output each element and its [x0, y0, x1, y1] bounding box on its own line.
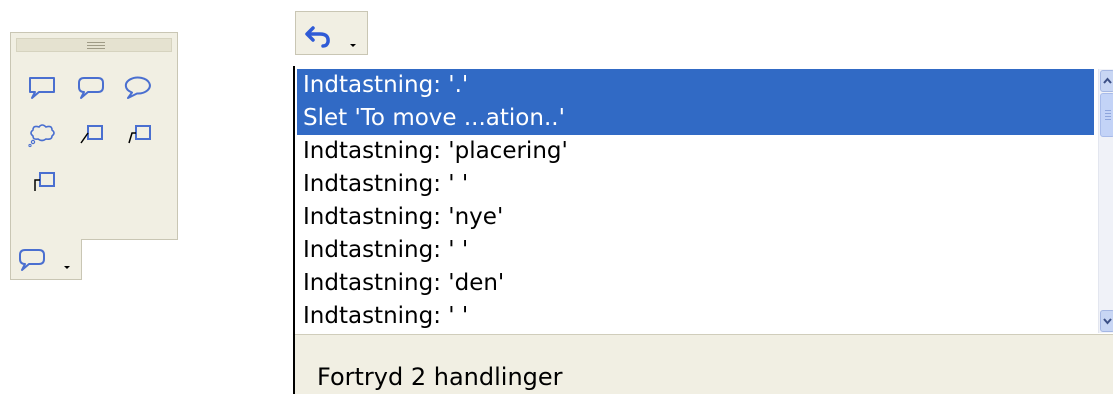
- chevron-down-icon[interactable]: [64, 266, 70, 269]
- line-callout-1-icon[interactable]: [71, 117, 111, 153]
- rectangular-callout-icon[interactable]: [22, 70, 62, 106]
- scrollbar-thumb[interactable]: [1100, 93, 1113, 137]
- chevron-down-icon: [1103, 318, 1112, 325]
- undo-history-dropdown: Indtastning: '.' Slet 'To move ...ation.…: [293, 66, 1113, 394]
- scroll-down-button[interactable]: [1100, 310, 1113, 332]
- rounded-rectangular-callout-icon[interactable]: [71, 70, 111, 106]
- chevron-up-icon: [1103, 77, 1112, 84]
- list-item[interactable]: Indtastning: ' ': [297, 168, 1094, 201]
- oval-callout-icon[interactable]: [118, 70, 158, 106]
- undo-status-bar: Fortryd 2 handlinger: [295, 334, 1113, 394]
- toolbar-drag-handle[interactable]: [16, 38, 172, 52]
- list-item[interactable]: Slet 'To move ...ation..': [297, 102, 1094, 135]
- vertical-scrollbar[interactable]: [1098, 69, 1113, 333]
- line-callout-3-icon[interactable]: [22, 164, 62, 200]
- rounded-rectangular-callout-icon: [19, 249, 45, 271]
- cloud-callout-icon[interactable]: [22, 117, 62, 153]
- undo-history-list[interactable]: Indtastning: '.' Slet 'To move ...ation.…: [297, 69, 1094, 333]
- list-item[interactable]: Indtastning: 'placering': [297, 135, 1094, 168]
- scroll-up-button[interactable]: [1100, 70, 1113, 92]
- undo-button[interactable]: [295, 11, 368, 55]
- list-item[interactable]: Indtastning: 'nye': [297, 201, 1094, 234]
- list-item[interactable]: Indtastning: ' ': [297, 234, 1094, 267]
- undo-count-label: Fortryd 2 handlinger: [317, 363, 563, 391]
- list-item[interactable]: Indtastning: '.': [297, 69, 1094, 102]
- callout-dropdown-button[interactable]: [12, 242, 52, 278]
- chevron-down-icon[interactable]: [350, 44, 356, 47]
- list-item[interactable]: Indtastning: ' ': [297, 300, 1094, 333]
- list-item[interactable]: Indtastning: 'den': [297, 267, 1094, 300]
- undo-icon: [304, 22, 334, 52]
- line-callout-2-icon[interactable]: [118, 117, 158, 153]
